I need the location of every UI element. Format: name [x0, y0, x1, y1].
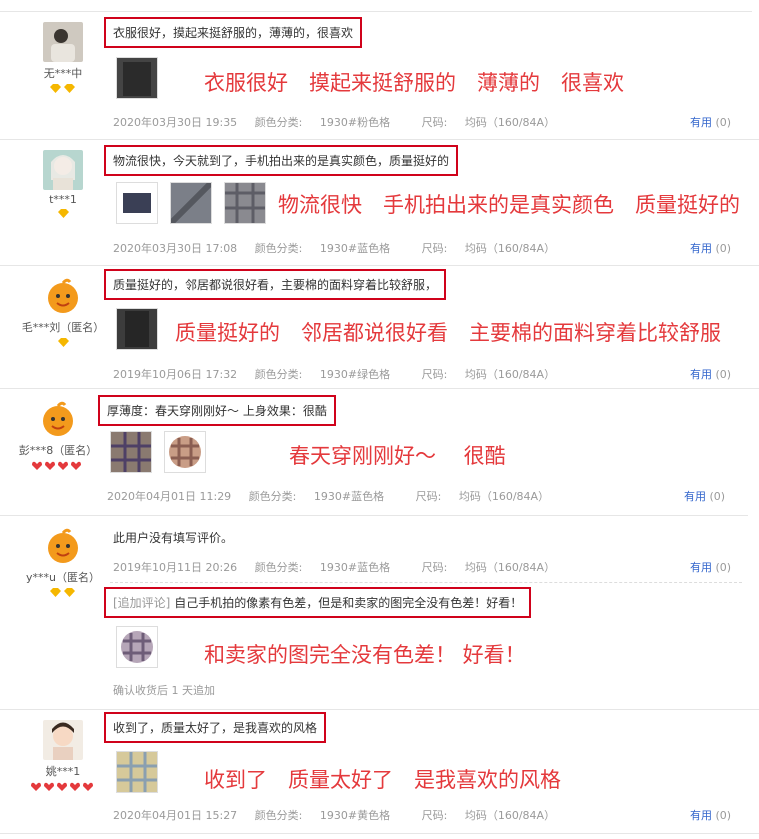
- size-value: 均码（160/84A）: [464, 242, 556, 255]
- reviewer: 无***中: [18, 22, 108, 93]
- color-value: 1930#蓝色格: [313, 490, 385, 503]
- color-value: 1930#绿色格: [319, 368, 391, 381]
- user-level-badge: [18, 781, 108, 791]
- avatar[interactable]: [43, 526, 83, 566]
- review-date: 2020年03月30日 17:08: [113, 242, 238, 255]
- reviewer: 姚***1: [18, 720, 108, 791]
- user-name: 无***中: [43, 67, 83, 80]
- user-name: y***u（匿名）: [26, 571, 100, 584]
- review-date: 2020年04月01日 11:29: [107, 490, 232, 503]
- color-value: 1930#粉色格: [319, 116, 391, 129]
- review-text: 收到了，质量太好了，是我喜欢的风格: [104, 712, 327, 743]
- append-tag: [追加评论]: [113, 596, 171, 610]
- review-text: 衣服很好，摸起来挺舒服的，薄薄的，很喜欢: [104, 17, 363, 48]
- review-meta: 2020年03月30日 19:35 颜色分类: 1930#粉色格 尺码: 均码（…: [113, 116, 556, 129]
- review-photo[interactable]: [116, 626, 158, 668]
- review-item: 彭***8（匿名） 厚薄度：春天穿刚刚好～ 上身效果：很酷 春天穿刚刚好～ 很酷…: [0, 389, 748, 516]
- user-level-badge: [18, 208, 108, 218]
- annotation-text: 春天穿刚刚好～ 很酷: [289, 444, 506, 468]
- annotation-text: 收到了 质量太好了 是我喜欢的风格: [204, 768, 561, 792]
- size-value: 均码（160/84A）: [458, 490, 550, 503]
- size-value: 均码（160/84A）: [464, 116, 556, 129]
- annotation-text: 物流很快 手机拍出来的是真实颜色 质量挺好的: [278, 193, 740, 217]
- useful-button[interactable]: 有用 (0): [690, 240, 731, 256]
- review-item: y***u（匿名） 此用户没有填写评价。 2019年10月11日 20:26 颜…: [0, 516, 759, 710]
- user-name: 彭***8（匿名）: [18, 444, 98, 457]
- avatar[interactable]: [43, 150, 83, 190]
- user-name: t***1: [49, 193, 77, 206]
- review-photo[interactable]: [110, 431, 152, 473]
- user-level-badge: [10, 460, 106, 470]
- avatar[interactable]: [43, 276, 83, 316]
- review-item: t***1 物流很快，今天就到了，手机拍出来的是真实颜色，质量挺好的 物流很快 …: [0, 140, 759, 266]
- color-value: 1930#黄色格: [319, 809, 391, 822]
- review-meta: 2020年04月01日 11:29 颜色分类: 1930#蓝色格 尺码: 均码（…: [107, 490, 550, 503]
- review-meta: 2020年03月30日 17:08 颜色分类: 1930#蓝色格 尺码: 均码（…: [113, 242, 556, 255]
- review-text: 此用户没有填写评价。: [113, 531, 234, 545]
- user-level-badge: [14, 337, 112, 347]
- review-date: 2020年03月30日 19:35: [113, 116, 238, 129]
- review-text: 质量挺好的，邻居都说很好看，主要棉的面料穿着比较舒服，: [104, 269, 447, 300]
- user-name: 姚***1: [45, 765, 81, 778]
- review-item: 毛***刘（匿名） 质量挺好的，邻居都说很好看，主要棉的面料穿着比较舒服， 质量…: [0, 266, 759, 389]
- reviewer: y***u（匿名）: [14, 526, 112, 597]
- reviewer: 毛***刘（匿名）: [14, 276, 112, 347]
- useful-button[interactable]: 有用 (0): [684, 488, 725, 504]
- review-photo[interactable]: [116, 308, 158, 350]
- avatar[interactable]: [43, 720, 83, 760]
- review-photo[interactable]: [116, 751, 158, 793]
- color-value: 1930#蓝色格: [319, 561, 391, 574]
- review-photo[interactable]: [116, 57, 158, 99]
- avatar[interactable]: [43, 22, 83, 62]
- size-value: 均码（160/84A）: [464, 809, 556, 822]
- append-note: 确认收货后 1 天追加: [113, 684, 215, 697]
- annotation-text: 和卖家的图完全没有色差！ 好看！: [204, 643, 526, 667]
- review-date: 2019年10月11日 20:26: [113, 561, 238, 574]
- review-photo[interactable]: [170, 182, 212, 224]
- size-value: 均码（160/84A）: [464, 368, 556, 381]
- reviewer: 彭***8（匿名）: [10, 399, 106, 470]
- review-date: 2019年10月06日 17:32: [113, 368, 238, 381]
- review-photo[interactable]: [164, 431, 206, 473]
- append-divider: [110, 582, 742, 583]
- annotation-text: 质量挺好的 邻居都说很好看 主要棉的面料穿着比较舒服: [175, 321, 721, 345]
- user-name: 毛***刘（匿名）: [21, 321, 105, 334]
- append-review-text: [追加评论] 自己手机拍的像素有色差，但是和卖家的图完全没有色差！好看！: [104, 587, 532, 618]
- review-meta: 2020年04月01日 15:27 颜色分类: 1930#黄色格 尺码: 均码（…: [113, 809, 556, 822]
- reviewer: t***1: [18, 150, 108, 218]
- user-level-badge: [14, 587, 112, 597]
- review-photo[interactable]: [116, 182, 158, 224]
- review-text: 厚薄度：春天穿刚刚好～ 上身效果：很酷: [98, 395, 336, 426]
- color-value: 1930#蓝色格: [319, 242, 391, 255]
- review-meta: 2019年10月11日 20:26 颜色分类: 1930#蓝色格 尺码: 均码（…: [113, 561, 556, 574]
- review-text: 物流很快，今天就到了，手机拍出来的是真实颜色，质量挺好的: [104, 145, 459, 176]
- avatar[interactable]: [38, 399, 78, 439]
- annotation-text: 衣服很好 摸起来挺舒服的 薄薄的 很喜欢: [204, 71, 624, 95]
- size-value: 均码（160/84A）: [464, 561, 556, 574]
- review-photo[interactable]: [224, 182, 266, 224]
- useful-button[interactable]: 有用 (0): [690, 807, 731, 823]
- useful-button[interactable]: 有用 (0): [690, 366, 731, 382]
- user-level-badge: [18, 83, 108, 93]
- review-meta: 2019年10月06日 17:32 颜色分类: 1930#绿色格 尺码: 均码（…: [113, 368, 556, 381]
- useful-button[interactable]: 有用 (0): [690, 114, 731, 130]
- useful-button[interactable]: 有用 (0): [690, 559, 731, 575]
- review-date: 2020年04月01日 15:27: [113, 809, 238, 822]
- review-item: 姚***1 收到了，质量太好了，是我喜欢的风格 收到了 质量太好了 是我喜欢的风…: [0, 710, 759, 834]
- review-item: 无***中 衣服很好，摸起来挺舒服的，薄薄的，很喜欢 衣服很好 摸起来挺舒服的 …: [0, 12, 759, 140]
